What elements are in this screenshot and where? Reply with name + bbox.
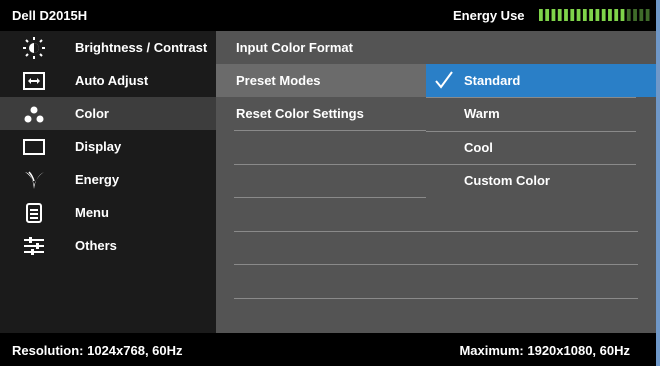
energy-use-label: Energy Use (453, 8, 525, 23)
energy-bar (620, 9, 625, 21)
energy-icon (25, 171, 44, 189)
energy-use-meter (539, 9, 650, 21)
submenu-item-label: Input Color Format (236, 40, 353, 55)
sidebar-item-label: Brightness / Contrast (75, 40, 208, 55)
energy-bar (589, 9, 593, 21)
sidebar-item-label: Display (75, 139, 122, 154)
submenu-item-reset-color-settings[interactable]: Reset Color Settings (216, 97, 426, 130)
energy-bar (564, 9, 568, 21)
sidebar-item-display[interactable]: Display (0, 130, 216, 163)
row-divider (234, 298, 638, 299)
energy-bar (608, 9, 612, 21)
energy-bar (582, 9, 587, 21)
sidebar-item-auto-adjust[interactable]: Auto Adjust (0, 64, 216, 97)
energy-bar (601, 9, 606, 21)
energy-bar (633, 9, 637, 21)
submenu-item-label: Preset Modes (236, 73, 321, 88)
energy-bar (551, 9, 556, 21)
submenu-item-preset-modes[interactable]: Preset Modes (216, 64, 426, 97)
sidebar-item-label: Others (75, 238, 117, 253)
energy-bar (614, 9, 619, 21)
osd-title-bar: Dell D2015H Energy Use (0, 0, 656, 31)
option-label: Custom Color (464, 173, 550, 188)
menu-icon (26, 203, 42, 223)
option-standard[interactable]: Standard (426, 64, 660, 97)
row-divider (234, 264, 638, 265)
submenu-item-input-color-format[interactable]: Input Color Format (216, 31, 426, 64)
maximum-resolution: Maximum: 1920x1080, 60Hz (459, 343, 630, 358)
energy-bar (557, 9, 562, 21)
preset-modes-options: Standard Warm Cool Custom Color (426, 64, 660, 198)
energy-bar (595, 9, 600, 21)
row-divider (234, 231, 638, 232)
monitor-osd: Dell D2015H Energy Use Brightness / Cont… (0, 0, 660, 366)
row-divider (234, 164, 426, 165)
window-edge (656, 0, 660, 366)
energy-bar (626, 9, 631, 21)
sidebar-item-others[interactable]: Others (0, 229, 216, 262)
sidebar-item-color[interactable]: Color (0, 97, 216, 130)
energy-bar (576, 9, 581, 21)
main-menu-sidebar: Brightness / Contrast Auto Adjust Color (0, 31, 216, 333)
energy-bar (570, 9, 575, 21)
auto-adjust-icon (23, 72, 45, 90)
checkmark-icon (435, 71, 453, 89)
row-divider (234, 197, 426, 198)
option-label: Standard (464, 73, 521, 88)
row-divider (234, 130, 426, 131)
osd-status-bar: Resolution: 1024x768, 60Hz Maximum: 1920… (0, 333, 656, 366)
energy-bar (545, 9, 550, 21)
sidebar-item-brightness-contrast[interactable]: Brightness / Contrast (0, 31, 216, 64)
sidebar-item-label: Auto Adjust (75, 73, 149, 88)
current-resolution: Resolution: 1024x768, 60Hz (12, 343, 183, 358)
others-icon (24, 237, 44, 255)
sidebar-item-energy[interactable]: Energy (0, 163, 216, 196)
submenu-item-label: Reset Color Settings (236, 106, 364, 121)
sidebar-item-label: Menu (75, 205, 109, 220)
energy-bar (639, 9, 644, 21)
sidebar-item-label: Color (75, 106, 109, 121)
option-label: Cool (464, 140, 493, 155)
energy-bar (645, 9, 650, 21)
sidebar-item-label: Energy (75, 172, 120, 187)
option-warm[interactable]: Warm (426, 97, 656, 130)
option-label: Warm (464, 106, 500, 121)
option-custom-color[interactable]: Custom Color (426, 164, 656, 197)
color-icon (24, 106, 44, 123)
display-icon (23, 139, 45, 155)
brightness-icon (23, 37, 45, 59)
sidebar-item-menu[interactable]: Menu (0, 196, 216, 229)
option-cool[interactable]: Cool (426, 131, 656, 164)
color-submenu-panel: Input Color Format Preset Modes Reset Co… (216, 31, 660, 333)
energy-bar (539, 9, 543, 21)
monitor-model: Dell D2015H (12, 8, 88, 23)
